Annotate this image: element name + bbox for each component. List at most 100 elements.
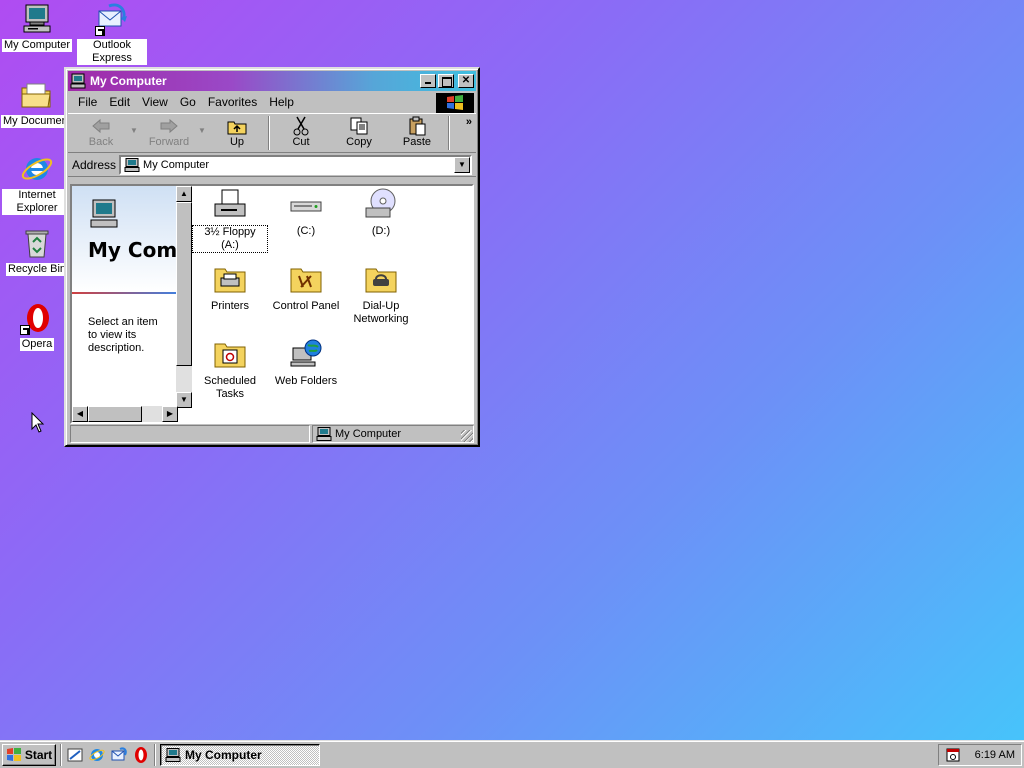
forward-button[interactable]: Forward — [140, 116, 198, 152]
copy-button[interactable]: Copy — [330, 116, 388, 152]
desktop-my-documents[interactable]: My Documents — [0, 78, 72, 128]
windows-logo-icon — [6, 747, 22, 762]
window-title: My Computer — [90, 74, 167, 88]
cd-drive-icon — [364, 188, 398, 220]
close-button[interactable]: ✕ — [458, 74, 474, 88]
my-computer-icon — [165, 747, 181, 762]
scroll-up-arrow-icon[interactable]: ▲ — [176, 186, 192, 202]
cut-button[interactable]: Cut — [272, 116, 330, 152]
taskbar-button-my-computer[interactable]: My Computer — [160, 743, 320, 766]
menu-view[interactable]: View — [136, 95, 174, 109]
quick-launch — [66, 746, 150, 764]
menu-help[interactable]: Help — [263, 95, 300, 109]
back-arrow-icon — [90, 116, 112, 136]
scheduler-tray-icon[interactable] — [945, 747, 961, 763]
my-computer-icon — [316, 427, 332, 441]
back-button[interactable]: Back — [72, 116, 130, 152]
desktop-my-computer[interactable]: My Computer — [1, 2, 73, 52]
file-list: 3½ Floppy (A:) (C:) (D:) Printers Contro… — [192, 186, 472, 422]
taskbar-button-label: My Computer — [185, 747, 262, 762]
drive-c[interactable]: (C:) — [268, 188, 344, 238]
info-pane-vertical-scrollbar[interactable]: ▲ ▼ — [176, 186, 192, 408]
info-pane-divider — [72, 292, 178, 294]
address-label: Address — [72, 157, 117, 172]
control-panel-folder-icon — [289, 263, 323, 295]
menu-favorites[interactable]: Favorites — [202, 95, 263, 109]
folder-control-panel[interactable]: Control Panel — [268, 263, 344, 313]
printers-folder-icon — [213, 263, 247, 295]
forward-dropdown-icon[interactable]: ▼ — [198, 126, 208, 135]
resize-grip-icon[interactable] — [461, 430, 473, 442]
scrollbar-thumb[interactable] — [88, 406, 142, 422]
menu-edit[interactable]: Edit — [103, 95, 136, 109]
forward-arrow-icon — [158, 116, 180, 136]
my-computer-icon[interactable] — [70, 73, 86, 89]
outlook-express-icon[interactable] — [110, 746, 128, 764]
recycle-bin-icon — [20, 226, 54, 260]
scrollbar-thumb[interactable] — [176, 202, 192, 366]
desktop-outlook-express[interactable]: Outlook Express — [76, 2, 148, 65]
status-cell-zone: My Computer — [312, 425, 474, 443]
my-computer-window[interactable]: My Computer ✕ File Edit View Go Favorite… — [64, 67, 480, 447]
system-tray: 6:19 AM — [938, 744, 1022, 766]
clock[interactable]: 6:19 AM — [975, 749, 1015, 761]
info-pane-horizontal-scrollbar[interactable]: ◀ ▶ — [72, 406, 178, 422]
desktop-recycle-bin[interactable]: Recycle Bin — [1, 226, 73, 276]
folder-scheduled-tasks[interactable]: Scheduled Tasks — [192, 338, 268, 401]
scheduled-tasks-folder-icon — [213, 338, 247, 370]
folder-web-folders[interactable]: Web Folders — [268, 338, 344, 388]
paste-clipboard-icon — [406, 116, 428, 136]
taskbar-separator — [154, 743, 156, 766]
status-text: My Computer — [335, 428, 402, 440]
scroll-right-arrow-icon[interactable]: ▶ — [162, 406, 178, 422]
start-button[interactable]: Start — [2, 743, 56, 766]
opera-icon[interactable] — [132, 746, 150, 764]
drive-d[interactable]: (D:) — [343, 188, 419, 238]
maximize-button[interactable] — [438, 74, 454, 88]
paste-button[interactable]: Paste — [388, 116, 446, 152]
folder-dial-up-networking[interactable]: Dial-Up Networking — [343, 263, 419, 326]
my-computer-icon — [20, 2, 54, 36]
taskbar-separator — [60, 743, 62, 766]
menu-bar: File Edit View Go Favorites Help — [68, 91, 476, 113]
info-pane: My Computer Select an item to view its d… — [72, 186, 192, 422]
content-area: My Computer Select an item to view its d… — [70, 184, 474, 424]
mouse-pointer-icon — [31, 411, 45, 434]
show-desktop-icon[interactable] — [66, 746, 84, 764]
desktop-icon-label: Outlook Express — [77, 39, 147, 65]
info-pane-viewport: My Computer Select an item to view its d… — [72, 186, 178, 408]
desktop-internet-explorer[interactable]: Internet Explorer — [1, 152, 73, 215]
desktop-icon-label: Internet Explorer — [2, 189, 72, 215]
scroll-down-arrow-icon[interactable]: ▼ — [176, 392, 192, 408]
address-bar: Address My Computer ▼ — [68, 153, 476, 177]
toolbar-separator — [268, 116, 270, 150]
back-dropdown-icon[interactable]: ▼ — [130, 126, 140, 135]
scroll-left-arrow-icon[interactable]: ◀ — [72, 406, 88, 422]
minimize-button[interactable] — [420, 74, 436, 88]
opera-icon — [20, 301, 54, 335]
toolbar-more-chevron-icon[interactable]: » — [466, 116, 472, 128]
address-value: My Computer — [143, 158, 210, 171]
up-button[interactable]: Up — [208, 116, 266, 152]
copy-icon — [348, 116, 370, 136]
windows-logo-icon — [436, 93, 474, 113]
drive-floppy-a[interactable]: 3½ Floppy (A:) — [192, 188, 268, 253]
outlook-express-icon — [95, 2, 129, 36]
desktop-opera[interactable]: Opera — [1, 301, 73, 351]
address-field[interactable]: My Computer ▼ — [119, 154, 472, 175]
taskbar: Start My Computer 6:19 AM — [0, 740, 1024, 768]
folder-printers[interactable]: Printers — [192, 263, 268, 313]
title-bar[interactable]: My Computer ✕ — [68, 71, 476, 91]
hard-drive-icon — [289, 188, 323, 220]
toolbar-separator — [448, 116, 450, 150]
standard-toolbar: Back ▼ Forward ▼ Up Cut Copy Paste » — [68, 113, 476, 153]
info-pane-title: My Computer — [88, 238, 178, 262]
menu-go[interactable]: Go — [174, 95, 202, 109]
menu-file[interactable]: File — [72, 95, 103, 109]
internet-explorer-icon[interactable] — [88, 746, 106, 764]
shortcut-arrow-icon — [20, 325, 30, 335]
address-dropdown-button[interactable]: ▼ — [454, 156, 470, 173]
my-computer-icon — [124, 157, 140, 172]
desktop-icon-label: Recycle Bin — [5, 263, 69, 276]
scissors-icon — [290, 116, 312, 136]
